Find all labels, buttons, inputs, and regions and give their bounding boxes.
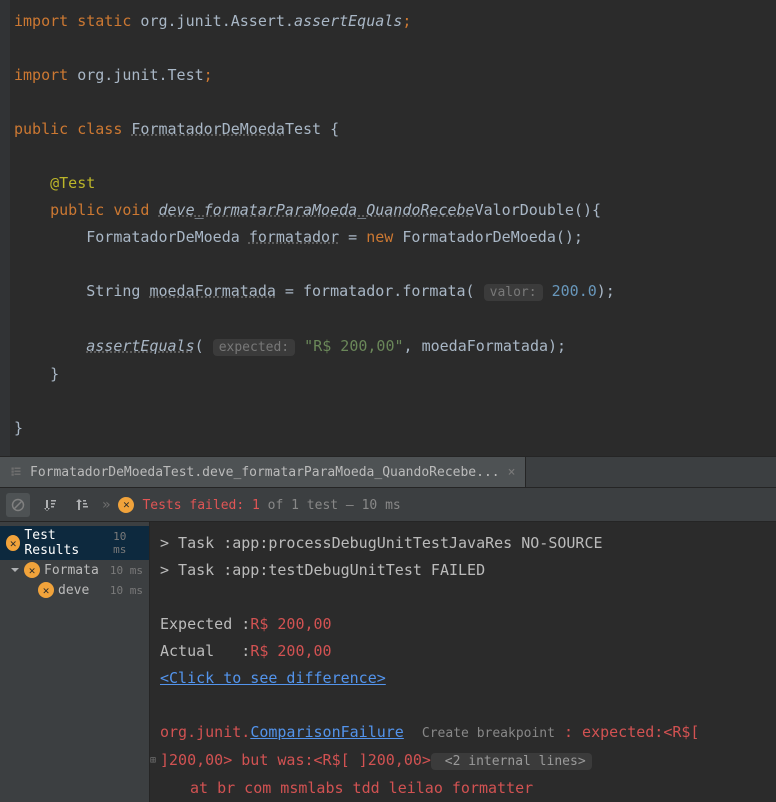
test-console[interactable]: > Task :app:processDebugUnitTestJavaRes …: [150, 522, 776, 802]
code-line: FormatadorDeMoeda formatador = new Forma…: [14, 224, 776, 251]
sort-icon: [43, 498, 57, 512]
tree-node-label: Formata: [44, 563, 99, 578]
no-icon: [11, 498, 25, 512]
code-editor[interactable]: import static org.junit.Assert.assertEqu…: [0, 0, 776, 456]
click-difference-link[interactable]: <Click to see difference>: [160, 665, 766, 692]
tests-failed-suffix: of 1 test – 10 ms: [260, 498, 401, 513]
code-line: import static org.junit.Assert.assertEqu…: [14, 8, 776, 35]
toolbar-chevrons[interactable]: »: [102, 497, 110, 513]
run-tab[interactable]: FormatadorDeMoedaTest.deve_formatarParaM…: [0, 457, 526, 487]
create-breakpoint-link[interactable]: Create breakpoint: [422, 726, 555, 741]
run-tab-label: FormatadorDeMoedaTest.deve_formatarParaM…: [30, 465, 500, 480]
internal-lines-pill[interactable]: <2 internal lines>: [431, 753, 592, 770]
sort-up-button[interactable]: [70, 493, 94, 517]
fail-icon: ✕: [118, 497, 134, 513]
tree-root[interactable]: ✕ Test Results 10 ms: [0, 526, 149, 560]
param-hint: expected:: [213, 339, 295, 356]
tree-root-label: Test Results: [24, 528, 109, 558]
console-line: ⊞]200,00> but was:<R$[ ]200,00> <2 inter…: [160, 747, 766, 775]
stop-button[interactable]: [6, 493, 30, 517]
sort-down-button[interactable]: [38, 493, 62, 517]
tree-node[interactable]: ✕ Formata 10 ms: [0, 560, 149, 580]
test-tree[interactable]: ✕ Test Results 10 ms ✕ Formata 10 ms ✕ d…: [0, 522, 150, 802]
console-line: > Task :app:testDebugUnitTest FAILED: [160, 557, 766, 584]
editor-gutter: [0, 0, 10, 456]
test-results-panel: ✕ Test Results 10 ms ✕ Formata 10 ms ✕ d…: [0, 522, 776, 802]
code-line: String moedaFormatada = formatador.forma…: [14, 278, 776, 306]
code-line: public void deve_formatarParaMoeda_Quand…: [14, 197, 776, 224]
tests-failed-count: Tests failed: 1: [142, 498, 259, 513]
tree-time: 10 ms: [110, 584, 143, 597]
code-line: assertEquals( expected: "R$ 200,00", moe…: [14, 333, 776, 361]
console-line: at br com msmlabs tdd leilao formatter: [160, 775, 766, 802]
fail-icon: ✕: [6, 535, 20, 551]
console-line: Actual :R$ 200,00: [160, 638, 766, 665]
fail-icon: ✕: [24, 562, 40, 578]
chevron-down-icon: [10, 565, 20, 575]
tree-time: 10 ms: [113, 530, 143, 556]
expand-icon[interactable]: ⊞: [150, 747, 156, 774]
console-line: Expected :R$ 200,00: [160, 611, 766, 638]
run-icon: [10, 466, 22, 478]
code-line: public class FormatadorDeMoedaTest {: [14, 116, 776, 143]
sort-icon: [75, 498, 89, 512]
param-hint: valor:: [484, 284, 543, 301]
tree-leaf[interactable]: ✕ deve 10 ms: [0, 580, 149, 600]
tree-time: 10 ms: [110, 564, 143, 577]
code-line: import org.junit.Test;: [14, 62, 776, 89]
run-tab-bar: FormatadorDeMoedaTest.deve_formatarParaM…: [0, 456, 776, 488]
tree-leaf-label: deve: [58, 583, 89, 598]
code-line: }: [14, 415, 776, 442]
comparison-failure-link[interactable]: ComparisonFailure: [250, 723, 404, 741]
code-line: @Test: [14, 170, 776, 197]
console-line: org.junit.ComparisonFailure Create break…: [160, 719, 766, 747]
code-line: }: [14, 361, 776, 388]
console-line: > Task :app:processDebugUnitTestJavaRes …: [160, 530, 766, 557]
fail-icon: ✕: [38, 582, 54, 598]
close-icon[interactable]: ×: [508, 465, 516, 480]
test-toolbar: » ✕ Tests failed: 1 of 1 test – 10 ms: [0, 488, 776, 522]
